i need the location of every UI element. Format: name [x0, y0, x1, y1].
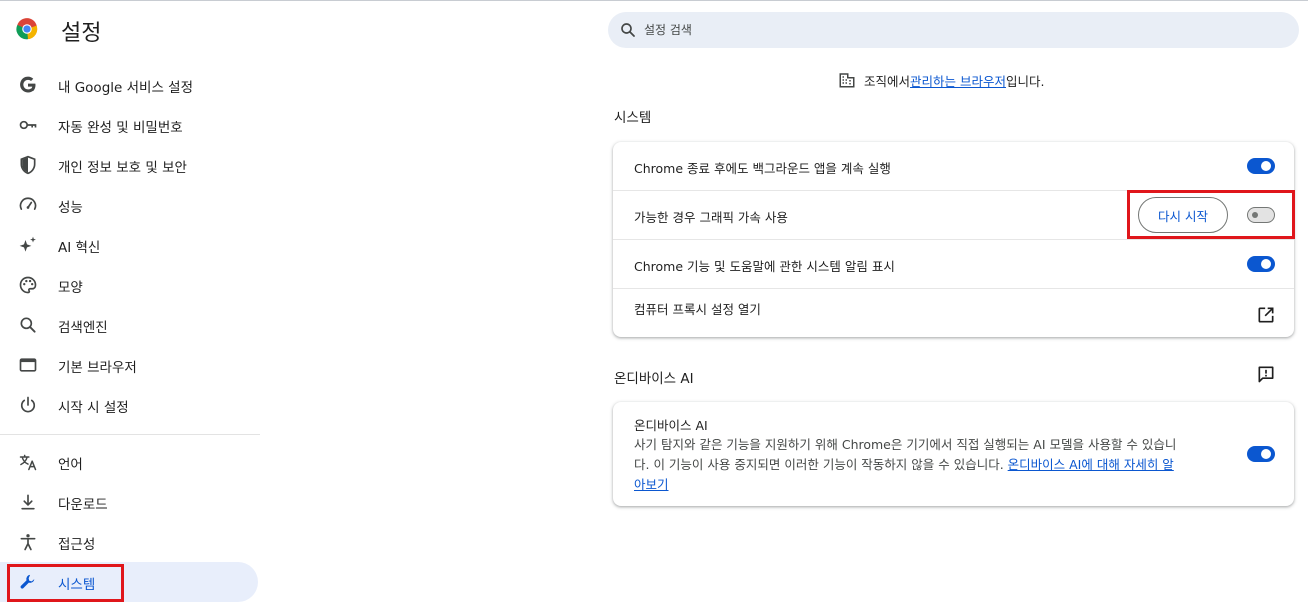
ondevice-desc-line2: 다. 이 기능이 사용 중지되면 이러한 기능이 작동하지 않을 수 있습니다.	[634, 457, 1008, 472]
sidebar-item-label: 다운로드	[58, 497, 108, 513]
setting-row-system-notifications[interactable]: Chrome 기능 및 도움말에 관한 시스템 알림 표시	[613, 240, 1294, 288]
sidebar-item-downloads[interactable]: 다운로드	[0, 482, 258, 522]
speedometer-icon	[19, 197, 37, 210]
search-icon	[20, 317, 36, 333]
ondevice-ai-card: 온디바이스 AI 사기 탐지와 같은 기능을 지원하기 위해 Chrome은 기…	[613, 402, 1294, 506]
google-g-icon	[20, 76, 36, 93]
sidebar-item-label: 검색엔진	[58, 320, 108, 336]
sidebar-item-label: 접근성	[58, 537, 96, 553]
search-input[interactable]	[644, 12, 1264, 48]
shield-icon	[20, 155, 36, 175]
chrome-logo-icon	[16, 18, 38, 40]
background-apps-toggle[interactable]	[1247, 158, 1275, 174]
feedback-icon[interactable]	[1256, 364, 1276, 384]
ondevice-ai-toggle[interactable]	[1247, 446, 1275, 462]
highlight-box-graphics	[1127, 190, 1295, 239]
download-icon	[21, 494, 35, 510]
open-in-new-icon[interactable]	[1256, 305, 1276, 325]
sidebar-item-label: 자동 완성 및 비밀번호	[58, 120, 183, 136]
building-icon	[839, 73, 855, 88]
setting-label: 가능한 경우 그래픽 가속 사용	[634, 210, 788, 225]
managed-browser-link[interactable]: 관리하는 브라우저	[910, 71, 1006, 90]
sidebar-item-startup[interactable]: 시작 시 설정	[0, 385, 258, 425]
sidebar-item-google-services[interactable]: 내 Google 서비스 설정	[0, 65, 258, 105]
search-bar[interactable]	[608, 12, 1299, 48]
managed-text-suffix: 입니다.	[1006, 73, 1045, 89]
sidebar-item-search-engine[interactable]: 검색엔진	[0, 305, 258, 345]
setting-label: Chrome 기능 및 도움말에 관한 시스템 알림 표시	[634, 259, 895, 274]
translate-icon	[19, 454, 37, 471]
sidebar-item-label: 내 Google 서비스 설정	[58, 80, 193, 96]
managed-text-prefix: 조직에서	[864, 73, 911, 89]
sidebar-item-appearance[interactable]: 모양	[0, 265, 258, 305]
sidebar-item-languages[interactable]: 언어	[0, 442, 258, 482]
ondevice-ai-description: 사기 탐지와 같은 기능을 지원하기 위해 Chrome은 기기에서 직접 실행…	[634, 435, 1226, 495]
sidebar-item-label: 개인 정보 보호 및 보안	[58, 160, 187, 176]
sidebar-item-performance[interactable]: 성능	[0, 185, 258, 225]
highlight-box-nav	[7, 564, 124, 602]
sidebar-item-autofill[interactable]: 자동 완성 및 비밀번호	[0, 105, 258, 145]
search-icon	[621, 23, 635, 37]
section-title-system: 시스템	[614, 110, 652, 126]
ondevice-learn-more-link[interactable]: 온디바이스 AI에 대해 자세히 알	[1008, 457, 1174, 472]
browser-window-icon	[19, 358, 37, 372]
setting-label: 컴퓨터 프록시 설정 열기	[634, 302, 761, 317]
sidebar-item-accessibility[interactable]: 접근성	[0, 522, 258, 562]
setting-row-proxy-settings[interactable]: 컴퓨터 프록시 설정 열기	[613, 289, 1294, 337]
page-title: 설정	[61, 21, 102, 46]
sidebar-item-privacy[interactable]: 개인 정보 보호 및 보안	[0, 145, 258, 185]
managed-browser-banner: 조직에서 관리하는 브라우저 입니다.	[838, 70, 1044, 90]
sidebar-item-default-browser[interactable]: 기본 브라우저	[0, 345, 258, 385]
ondevice-learn-more-link-cont[interactable]: 아보기	[634, 477, 669, 492]
system-settings-card: Chrome 종료 후에도 백그라운드 앱을 계속 실행 가능한 경우 그래픽 …	[613, 142, 1294, 337]
palette-icon	[19, 276, 37, 294]
sidebar-divider	[0, 434, 260, 435]
sidebar-item-label: 기본 브라우저	[58, 360, 137, 376]
ondevice-desc-line1: 사기 탐지와 같은 기능을 지원하기 위해 Chrome은 기기에서 직접 실행…	[634, 437, 1177, 452]
sidebar-item-ai[interactable]: AI 혁신	[0, 225, 258, 265]
section-title-ondevice-ai: 온디바이스 AI	[614, 371, 694, 387]
power-icon	[20, 396, 36, 413]
sidebar-item-label: 성능	[58, 200, 83, 216]
key-icon	[19, 120, 37, 130]
sparkle-icon	[19, 236, 36, 252]
sidebar-item-label: 언어	[58, 457, 83, 473]
accessibility-icon	[20, 534, 36, 551]
setting-label: Chrome 종료 후에도 백그라운드 앱을 계속 실행	[634, 161, 891, 176]
sidebar-item-label: AI 혁신	[58, 240, 101, 256]
setting-row-background-apps[interactable]: Chrome 종료 후에도 백그라운드 앱을 계속 실행	[613, 142, 1294, 190]
sidebar-item-label: 모양	[58, 280, 83, 296]
ondevice-ai-card-title: 온디바이스 AI	[634, 418, 708, 433]
system-notifications-toggle[interactable]	[1247, 256, 1275, 272]
sidebar-item-label: 시작 시 설정	[58, 400, 129, 416]
